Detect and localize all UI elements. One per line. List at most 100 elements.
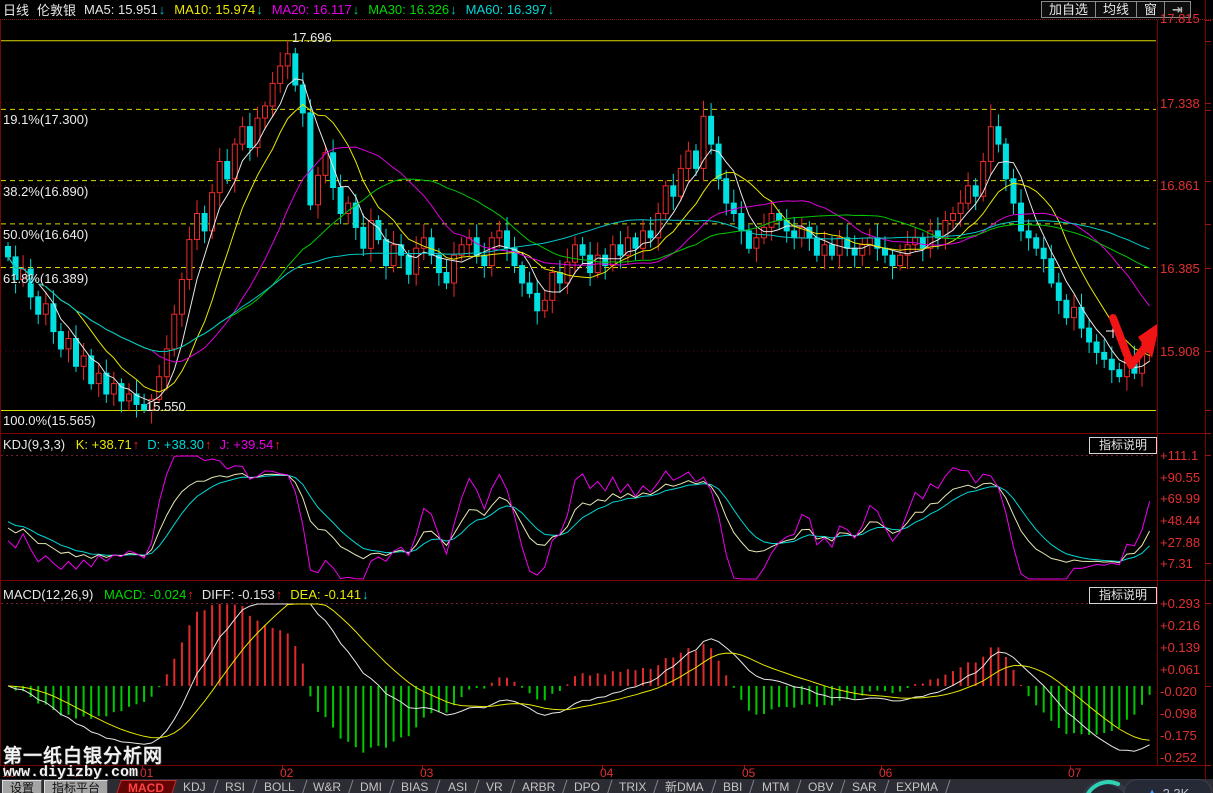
axis-tick [1205, 103, 1211, 104]
low-price-annotation: 15.550 [146, 399, 186, 414]
trend-arrow-icon: ↓ [362, 587, 369, 602]
kdj-header: KDJ(9,3,3) K: +38.71↑D: +38.30↑J: +39.54… [3, 437, 289, 452]
macd-y-label-3: +0.061 [1160, 662, 1200, 677]
fib-label-50-0: 50.0%(16.640) [3, 227, 88, 242]
fib-label-61-8: 61.8%(16.389) [3, 271, 88, 286]
tab-sar[interactable]: SAR [841, 780, 890, 793]
tab-expma[interactable]: EXPMA [884, 780, 950, 793]
macd-canvas[interactable] [0, 603, 1157, 770]
tab-mtm[interactable]: MTM [750, 780, 801, 793]
axis-tick [1205, 765, 1211, 766]
right-border [1205, 0, 1206, 793]
month-label-05: 05 [742, 766, 755, 780]
kdj-y-label-4: +27.88 [1160, 535, 1200, 550]
axis-tick [1205, 455, 1211, 456]
kdj-y-label-2: +69.99 [1160, 491, 1200, 506]
fib-label-19-1: 19.1%(17.300) [3, 112, 88, 127]
network-speed-pill[interactable]: ▲ 2.3K [1124, 779, 1212, 793]
upload-arrow-icon: ▲ [1147, 787, 1158, 793]
macd-readout-0: MACD: -0.024↑ [104, 587, 194, 602]
tab-新dma[interactable]: 新DMA [654, 780, 717, 793]
month-label-06: 06 [879, 766, 892, 780]
tab-obv[interactable]: OBV [796, 780, 845, 793]
main-y-label-1: 17.338 [1160, 96, 1200, 111]
tab-w&r[interactable]: W&R [302, 780, 354, 793]
axis-tick [1205, 351, 1211, 352]
speed-value: 2.3K [1163, 786, 1190, 793]
macd-y-label-1: +0.216 [1160, 618, 1200, 633]
tab-trix[interactable]: TRIX [608, 780, 659, 793]
ma-readout-0: MA5: 15.951↓ [84, 2, 165, 17]
axis-tick [1205, 563, 1211, 564]
trend-arrow-icon: ↓ [353, 2, 360, 17]
tab-strip: KDJRSIBOLLW&RDMIBIASASIVRARBRDPOTRIX新DMA… [174, 780, 948, 793]
ma-readout-1: MA10: 15.974↓ [174, 2, 262, 17]
main-y-label-2: 16.861 [1160, 178, 1200, 193]
kdj-y-label-1: +90.55 [1160, 470, 1200, 485]
tab-arbr[interactable]: ARBR [510, 780, 567, 793]
main-y-label-4: 15.908 [1160, 344, 1200, 359]
tab-bbi[interactable]: BBI [712, 780, 755, 793]
trend-arrow-icon: ↓ [159, 2, 166, 17]
kdj-y-label-5: +7.31 [1160, 556, 1193, 571]
kdj-readout-0: K: +38.71↑ [76, 437, 140, 452]
ma-lines-button[interactable]: 均线 [1095, 1, 1137, 18]
kdj-y-label-3: +48.44 [1160, 513, 1200, 528]
ma-readouts: MA5: 15.951↓MA10: 15.974↓MA20: 16.117↓MA… [84, 2, 563, 17]
indicator-platform-button[interactable]: 指标平台 [44, 780, 108, 793]
trend-arrow-icon: ↑ [276, 587, 283, 602]
axis-tick [1205, 580, 1211, 581]
ma-readout-3: MA30: 16.326↓ [368, 2, 456, 17]
macd-title: MACD(12,26,9) [3, 587, 93, 602]
settings-button[interactable]: 设置 [2, 780, 42, 793]
tab-rsi[interactable]: RSI [213, 780, 257, 793]
macd-help-button[interactable]: 指标说明 [1089, 587, 1157, 604]
tab-macd-active[interactable]: MACD [115, 780, 177, 793]
month-label-03: 03 [420, 766, 433, 780]
tab-dpo[interactable]: DPO [563, 780, 613, 793]
trend-arrow-icon: ↓ [548, 2, 555, 17]
axis-tick [1205, 110, 1211, 111]
macd-y-label-0: +0.293 [1160, 596, 1200, 611]
month-label-02: 02 [280, 766, 293, 780]
axis-tick [1205, 181, 1211, 182]
kdj-canvas[interactable] [0, 455, 1157, 585]
macd-readout-2: DEA: -0.141↓ [290, 587, 368, 602]
macd-y-label-6: -0.175 [1160, 728, 1197, 743]
axis-tick [1205, 268, 1211, 269]
fib-label-100-0: 100.0%(15.565) [3, 413, 96, 428]
macd-y-label-5: -0.098 [1160, 706, 1197, 721]
trend-arrow-icon: ↓ [450, 2, 457, 17]
tab-bias[interactable]: BIAS [390, 780, 441, 793]
trend-arrow-icon: ↓ [256, 2, 263, 17]
high-price-annotation: 17.696 [292, 30, 332, 45]
main-chart-canvas[interactable] [0, 20, 1157, 438]
tab-boll[interactable]: BOLL [252, 780, 307, 793]
month-label-04: 04 [600, 766, 613, 780]
add-watchlist-button[interactable]: 加自选 [1041, 1, 1096, 18]
app-window: 日线 伦敦银 MA5: 15.951↓MA10: 15.974↓MA20: 16… [0, 0, 1213, 793]
kdj-readout-1: D: +38.30↑ [147, 437, 211, 452]
kdj-readouts: K: +38.71↑ D: +38.30↑ J: +39.54↑ [76, 437, 289, 452]
macd-readout-1: DIFF: -0.153↑ [202, 587, 282, 602]
macd-y-label-4: -0.020 [1160, 684, 1197, 699]
axis-tick [1205, 20, 1211, 21]
tab-kdj[interactable]: KDJ [172, 780, 219, 793]
month-label-01: 01 [140, 766, 153, 780]
trend-arrow-icon: ↑ [133, 437, 140, 452]
tab-dmi[interactable]: DMI [349, 780, 395, 793]
kdj-help-button[interactable]: 指标说明 [1089, 437, 1157, 454]
tab-asi[interactable]: ASI [436, 780, 479, 793]
bottom-tab-bar: 设置 指标平台 MACD KDJRSIBOLLW&RDMIBIASASIVRAR… [0, 779, 1213, 793]
axis-border [1157, 20, 1158, 765]
tab-vr[interactable]: VR [475, 780, 516, 793]
main-y-label-0: 17.815 [1160, 11, 1200, 26]
ma-readout-4: MA60: 16.397↓ [466, 2, 554, 17]
trend-arrow-icon: ↑ [205, 437, 212, 452]
main-y-label-3: 16.385 [1160, 261, 1200, 276]
macd-y-label-7: -0.252 [1160, 750, 1197, 765]
kdj-readout-2: J: +39.54↑ [220, 437, 281, 452]
macd-readouts: MACD: -0.024↑ DIFF: -0.153↑ DEA: -0.141↓ [104, 587, 377, 602]
axis-tick [1205, 433, 1211, 434]
axis-tick [1205, 686, 1211, 687]
